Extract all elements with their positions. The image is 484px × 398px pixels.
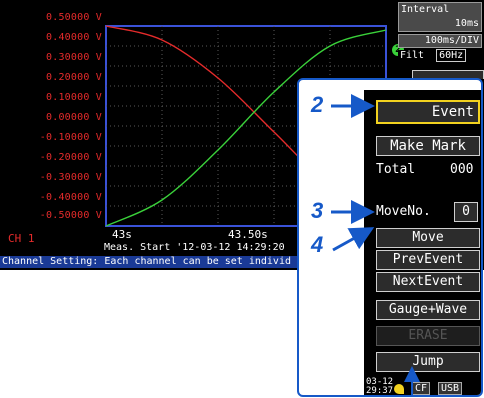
callout-arrows — [331, 94, 420, 395]
status-bar: Channel Setting: Each channel can be set… — [0, 256, 302, 268]
timebase-setting[interactable]: 100ms/DIV — [398, 34, 482, 48]
arrow-icon — [332, 227, 375, 252]
interval-value: 10ms — [454, 18, 479, 29]
measurement-start: Meas. Start '12-03-12 14:29:20 — [104, 242, 285, 253]
x-tick-label: 43s — [112, 228, 132, 241]
filter-setting[interactable]: Filt 60Hz — [398, 49, 482, 64]
zoomed-menu-panel: Event Make Mark Total 000 MoveNo. 0 Move… — [297, 78, 483, 397]
interval-label: Interval — [401, 4, 450, 15]
filter-label: Filt — [400, 50, 425, 61]
interval-setting[interactable]: Interval 10ms — [398, 2, 482, 32]
filter-value: 60Hz — [436, 49, 467, 62]
x-axis-labels: 43s 43.50s — [104, 228, 312, 242]
x-tick-label: 43.50s — [228, 228, 268, 241]
